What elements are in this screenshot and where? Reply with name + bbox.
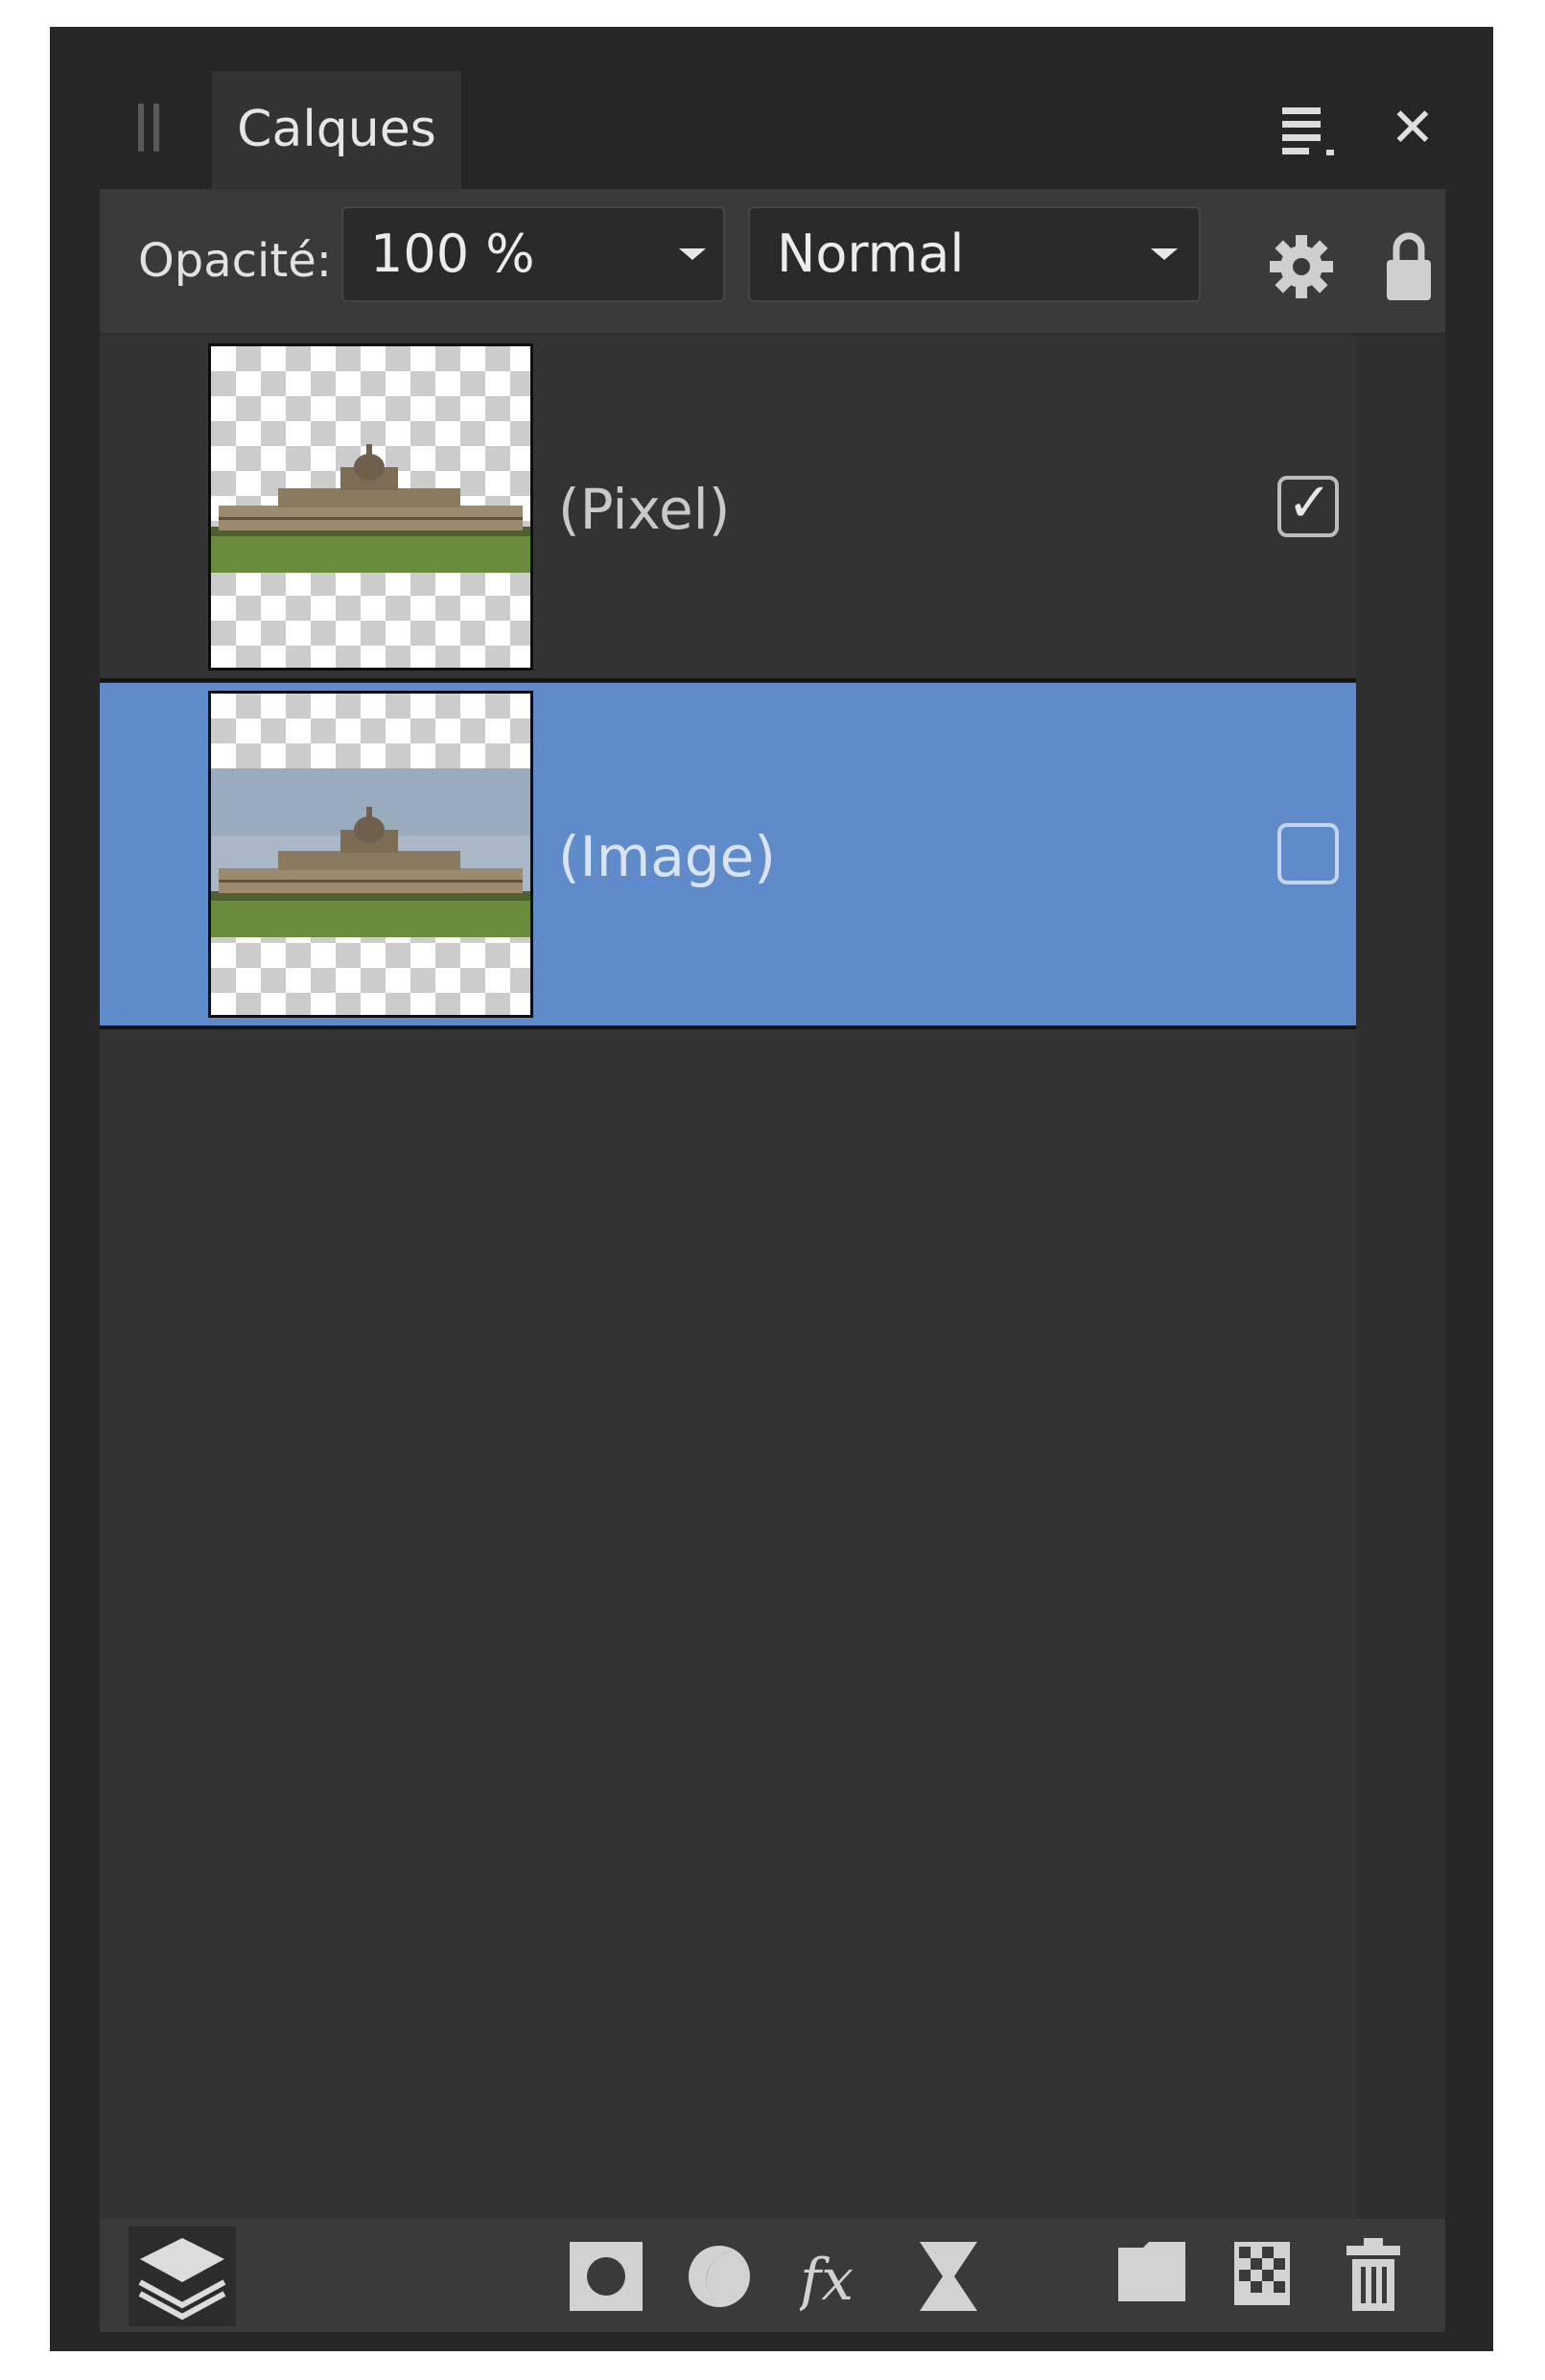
house-photo <box>211 444 530 573</box>
visibility-checkbox[interactable]: ✓ <box>1277 472 1339 537</box>
blend-mode-dropdown[interactable]: Normal <box>748 206 1201 302</box>
layer-name[interactable]: (Pixel) <box>558 476 730 543</box>
gear-icon[interactable] <box>1270 235 1333 298</box>
layer-toolbar: Opacité: 100 % Normal <box>100 189 1445 333</box>
layer-thumbnail <box>208 343 533 671</box>
layer-footer-toolbar: fx <box>100 2219 1445 2332</box>
group-icon[interactable] <box>1118 2242 1185 2301</box>
layer-list: (Pixel) ✓ (Image) <box>100 336 1445 2240</box>
layers-stack-icon[interactable] <box>129 2227 236 2326</box>
lock-icon[interactable] <box>1385 227 1433 302</box>
row-divider <box>100 1025 1356 1029</box>
opacity-dropdown[interactable]: 100 % <box>341 206 725 302</box>
visibility-checkbox[interactable] <box>1277 823 1339 884</box>
row-divider <box>100 678 1356 682</box>
layer-row-pixel[interactable]: (Pixel) ✓ <box>100 336 1356 682</box>
blend-mode-value: Normal <box>777 224 965 284</box>
opacity-value: 100 % <box>370 224 535 284</box>
panel-title-bar: Calques ✕ <box>100 58 1445 189</box>
panel-frame: Calques ✕ Opacité: 100 % Normal (Pixel) … <box>50 27 1493 2351</box>
house-photo <box>211 768 530 937</box>
scrollbar[interactable] <box>1356 336 1445 2240</box>
layer-row-image[interactable]: (Image) <box>100 683 1356 1029</box>
chevron-down-icon <box>679 248 706 260</box>
close-icon[interactable]: ✕ <box>1390 101 1436 156</box>
tab-calques[interactable]: Calques <box>212 71 461 189</box>
mask-icon[interactable] <box>570 2242 643 2311</box>
svg-text:fx: fx <box>800 2247 854 2311</box>
live-filter-icon[interactable] <box>920 2242 977 2311</box>
panel-menu-icon[interactable] <box>1282 107 1349 155</box>
layers-panel: Calques ✕ Opacité: 100 % Normal (Pixel) … <box>100 58 1445 2332</box>
fx-icon[interactable]: fx <box>800 2242 877 2311</box>
new-pixel-layer-icon[interactable] <box>1234 2242 1290 2305</box>
delete-icon[interactable] <box>1346 2238 1400 2311</box>
chevron-down-icon <box>1151 248 1178 260</box>
drag-handle-icon[interactable] <box>138 104 161 152</box>
adjustment-icon[interactable] <box>685 2242 754 2311</box>
layer-name[interactable]: (Image) <box>558 823 776 890</box>
opacity-label: Opacité: <box>138 234 332 288</box>
layer-thumbnail <box>208 691 533 1018</box>
checkmark-icon: ✓ <box>1287 472 1332 534</box>
